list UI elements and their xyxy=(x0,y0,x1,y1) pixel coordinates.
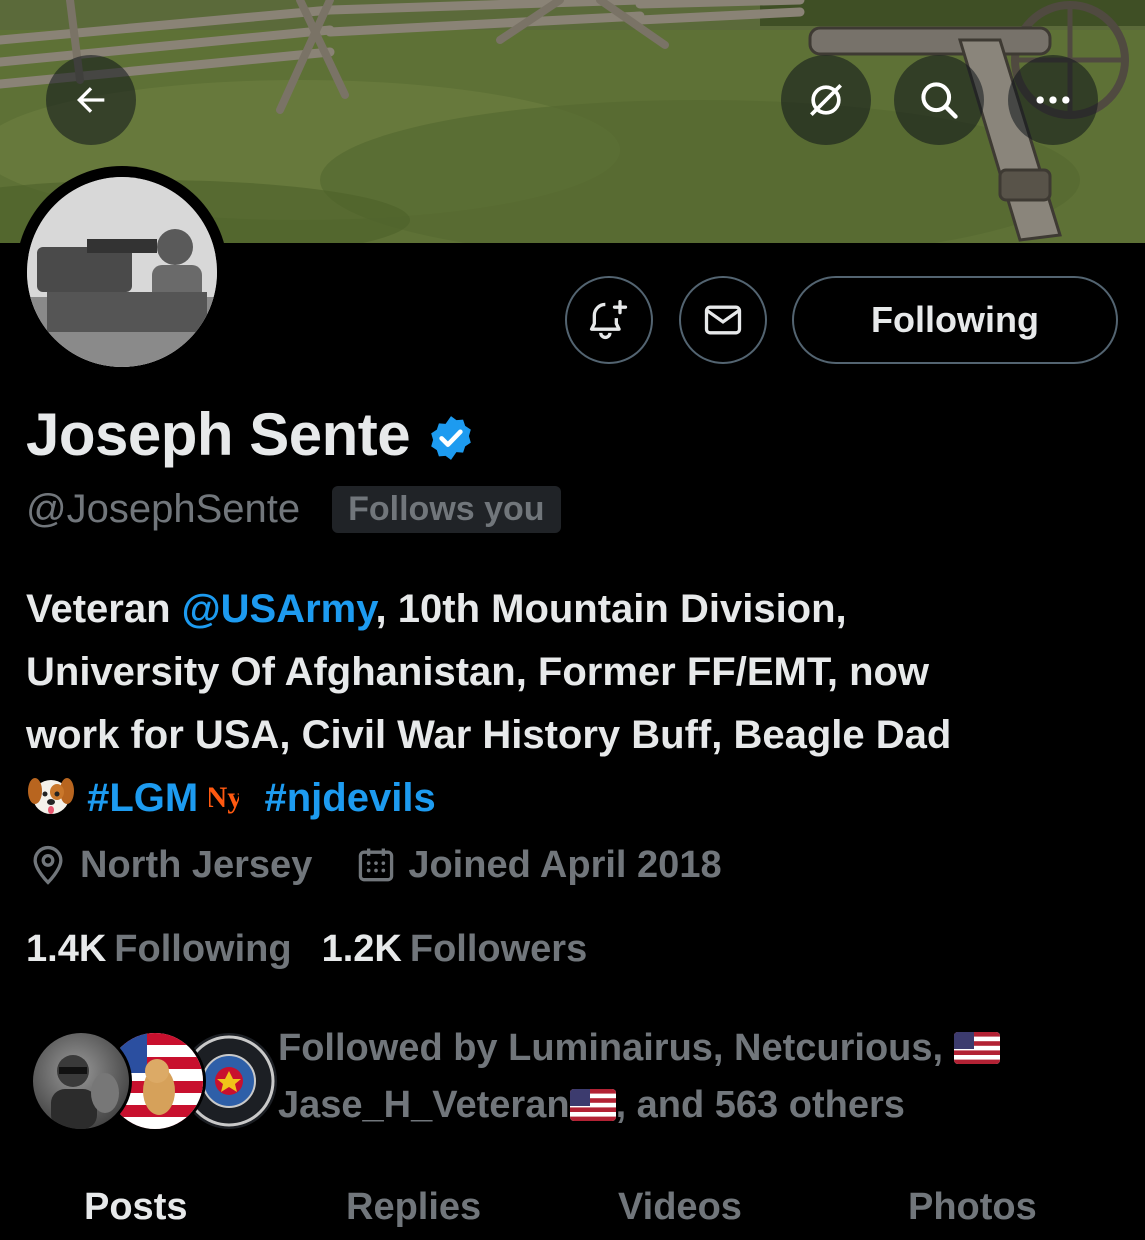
hashtag-lgm[interactable]: #LGM xyxy=(87,776,198,820)
handle-row: @JosephSente Follows you xyxy=(26,486,561,533)
followed-by-name: Jase_H_Veteran xyxy=(278,1084,570,1126)
avatar-photo xyxy=(27,177,217,367)
profile-avatar[interactable] xyxy=(16,166,228,378)
location-item: North Jersey xyxy=(26,843,312,887)
profile-tabs: Posts Replies Videos Photos xyxy=(0,1180,1145,1240)
follows-you-badge: Follows you xyxy=(332,486,561,533)
dog-face-emoji-icon xyxy=(28,778,74,814)
tab-replies[interactable]: Replies xyxy=(346,1186,481,1229)
followers-count-link[interactable]: 1.2K Followers xyxy=(322,928,588,971)
tab-videos[interactable]: Videos xyxy=(618,1186,742,1229)
joined-item: Joined April 2018 xyxy=(354,843,722,887)
hashtag-njdevils[interactable]: #njdevils xyxy=(265,776,436,820)
calendar-icon xyxy=(359,848,394,882)
back-button[interactable] xyxy=(46,55,136,145)
more-horizontal-icon xyxy=(1036,96,1070,104)
user-handle: @JosephSente xyxy=(26,487,301,531)
name-row: Joseph Sente xyxy=(26,400,476,469)
svg-text:Ny: Ny xyxy=(209,781,239,814)
bio-text: , 10th Mountain Division, xyxy=(375,587,847,631)
followed-by-line-2: Jase_H_Veteran , and 563 others xyxy=(278,1077,1108,1134)
following-count: 1.4K xyxy=(26,928,107,970)
search-button[interactable] xyxy=(894,55,984,145)
avatar xyxy=(30,1030,132,1132)
mutual-followers-avatars[interactable] xyxy=(30,1030,280,1132)
profile-meta: North Jersey Joined April 2018 xyxy=(26,843,722,887)
followers-count: 1.2K xyxy=(321,928,402,970)
following-button[interactable]: Following xyxy=(792,276,1118,364)
bell-plus-icon xyxy=(589,300,628,339)
message-button[interactable] xyxy=(679,276,767,364)
notifications-button[interactable] xyxy=(565,276,653,364)
followed-by-others: , and 563 others xyxy=(615,1084,905,1126)
followers-label: Followers xyxy=(409,928,588,970)
verified-badge-icon[interactable] xyxy=(426,413,476,463)
grok-button[interactable] xyxy=(781,55,871,145)
us-flag-icon xyxy=(569,1089,616,1121)
tab-posts[interactable]: Posts xyxy=(84,1186,187,1229)
followed-by-text[interactable]: Followed by Luminairus, Netcurious, Jase… xyxy=(278,1020,1108,1134)
followed-by-names: Followed by Luminairus, Netcurious, xyxy=(278,1027,954,1069)
location-text: North Jersey xyxy=(80,843,313,886)
bio-line-4: #LGM Ny #njdevils xyxy=(26,767,1126,830)
follow-counts: 1.4K Following 1.2K Followers xyxy=(26,928,587,971)
joined-text: Joined April 2018 xyxy=(408,843,722,886)
more-options-button[interactable] xyxy=(1008,55,1098,145)
followed-by-line-1: Followed by Luminairus, Netcurious, xyxy=(278,1020,1108,1077)
tab-photos[interactable]: Photos xyxy=(908,1186,1037,1229)
following-count-link[interactable]: 1.4K Following xyxy=(26,928,292,971)
location-pin-icon xyxy=(33,845,63,885)
us-flag-icon xyxy=(953,1032,1000,1064)
envelope-icon xyxy=(704,305,742,335)
mention-link[interactable]: @USArmy xyxy=(182,587,376,631)
grok-icon xyxy=(810,84,842,116)
bio-line-1: Veteran @USArmy, 10th Mountain Division, xyxy=(26,578,1126,641)
bio-text: Veteran xyxy=(26,587,182,631)
mets-logo-icon: Ny xyxy=(209,781,239,814)
bio-line-3: work for USA, Civil War History Buff, Be… xyxy=(26,713,952,757)
profile-bio: Veteran @USArmy, 10th Mountain Division,… xyxy=(26,578,1126,830)
following-label: Following xyxy=(114,928,292,970)
arrow-left-icon xyxy=(77,87,105,113)
display-name: Joseph Sente xyxy=(26,401,411,468)
bio-line-2: University Of Afghanistan, Former FF/EMT… xyxy=(26,650,930,694)
search-icon xyxy=(921,82,958,119)
